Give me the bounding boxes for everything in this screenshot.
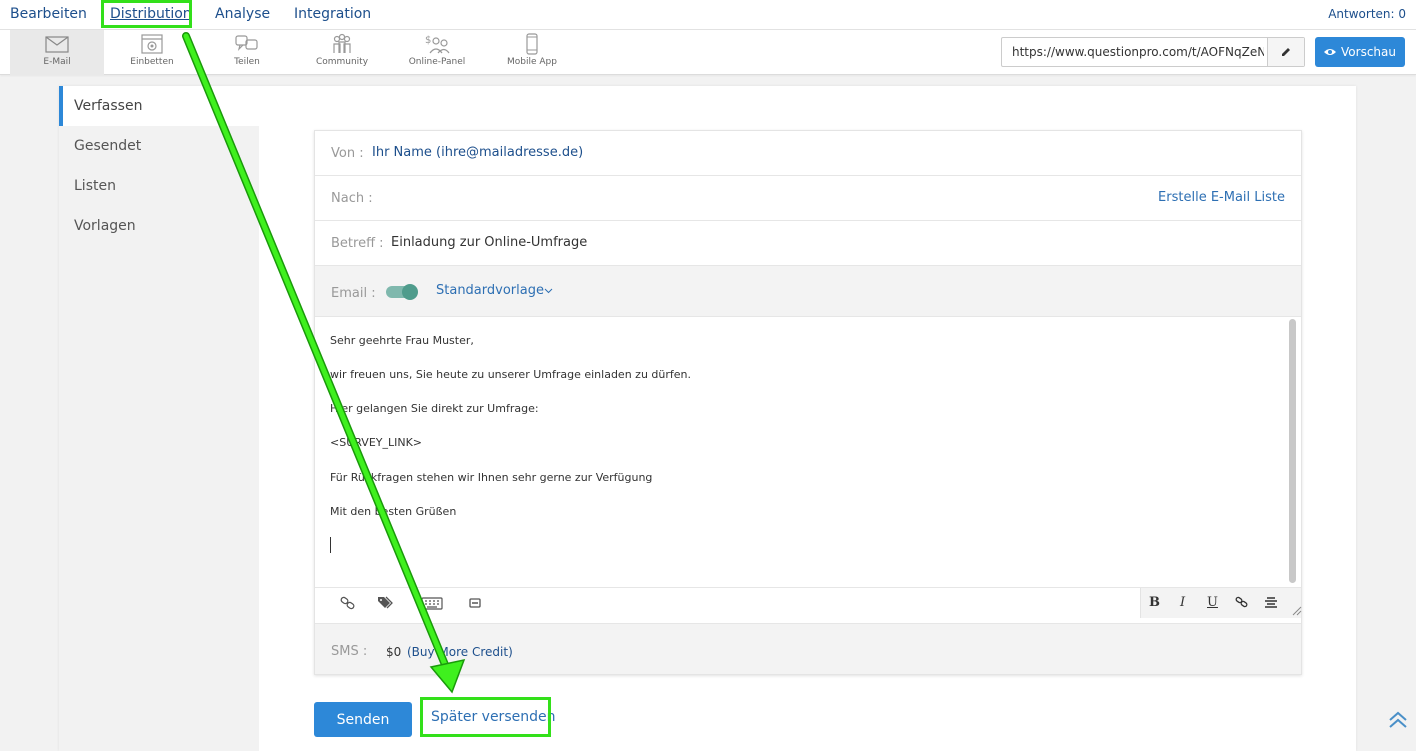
email-body-editor[interactable]: Sehr geehrte Frau Muster, wir freuen uns…: [315, 317, 1301, 588]
tool-share-label: Teilen: [234, 57, 260, 67]
subject-row: Betreff : Einladung zur Online-Umfrage: [315, 221, 1301, 266]
from-value[interactable]: Ihr Name (ihre@mailadresse.de): [372, 145, 583, 160]
body-line: Mit den besten Grüßen: [330, 505, 457, 518]
insert-link-button[interactable]: [339, 595, 357, 611]
link-icon[interactable]: [1235, 596, 1249, 608]
preview-label: Vorschau: [1341, 45, 1396, 59]
email-sidenav: Verfassen Gesendet Listen Vorlagen: [59, 86, 259, 751]
community-icon: [333, 33, 351, 53]
tool-email[interactable]: E-Mail: [10, 30, 104, 75]
underline-button[interactable]: U: [1207, 595, 1218, 610]
block-icon: [469, 598, 481, 608]
sidenav-item-listen[interactable]: Listen: [59, 166, 259, 206]
tool-mobile-app[interactable]: Mobile App: [485, 30, 579, 75]
online-panel-icon: $: [425, 35, 450, 54]
preview-button[interactable]: Vorschau: [1315, 37, 1405, 67]
to-row: Nach : Erstelle E-Mail Liste: [315, 176, 1301, 221]
sidenav-item-vorlagen[interactable]: Vorlagen: [59, 206, 259, 246]
edit-url-button[interactable]: [1267, 38, 1304, 66]
template-dropdown[interactable]: Standardvorlage: [436, 283, 544, 298]
distribution-toolbar: E-Mail Einbetten Teilen Community $ Onli…: [0, 30, 1416, 75]
email-template-row: Email : Standardvorlage: [315, 266, 1301, 317]
email-label: Email :: [331, 286, 376, 301]
insert-block-button[interactable]: [468, 595, 482, 611]
link-icon: [340, 596, 355, 610]
survey-url-field[interactable]: https://www.questionpro.com/t/AOFNqZeNSa: [1001, 37, 1305, 67]
scroll-to-top-icon[interactable]: [1387, 710, 1409, 730]
nav-integration[interactable]: Integration: [294, 6, 371, 22]
compose-panel: Verfassen Gesendet Listen Vorlagen Von :…: [59, 86, 1356, 751]
email-compose-form: Von : Ihr Name (ihre@mailadresse.de) Nac…: [314, 130, 1302, 675]
email-toggle[interactable]: [386, 284, 418, 300]
tool-embed[interactable]: Einbetten: [105, 30, 199, 75]
tool-email-label: E-Mail: [43, 57, 71, 67]
send-button[interactable]: Senden: [314, 702, 412, 737]
sms-row: SMS : $0 (Buy More Credit): [315, 623, 1301, 674]
body-line: <SURVEY_LINK>: [330, 436, 423, 449]
sidenav-item-gesendet[interactable]: Gesendet: [59, 126, 259, 166]
tool-mobile-app-label: Mobile App: [507, 57, 557, 67]
tool-embed-label: Einbetten: [130, 57, 174, 67]
subject-label: Betreff :: [331, 236, 384, 251]
share-icon: [235, 35, 258, 51]
buy-credit-link[interactable]: (Buy More Credit): [407, 645, 513, 659]
italic-button[interactable]: I: [1180, 595, 1185, 610]
to-label: Nach :: [331, 191, 373, 206]
from-row: Von : Ihr Name (ihre@mailadresse.de): [315, 131, 1301, 176]
survey-url: https://www.questionpro.com/t/AOFNqZeNSa: [1012, 45, 1264, 59]
format-buttons: B I U: [1140, 588, 1302, 618]
tool-online-panel-label: Online-Panel: [408, 57, 466, 67]
editor-scrollbar[interactable]: [1289, 319, 1296, 583]
answers-count: Antworten: 0: [1328, 7, 1406, 21]
align-center-icon[interactable]: [1264, 596, 1278, 608]
embed-icon: [141, 34, 163, 54]
tool-online-panel[interactable]: $ Online-Panel: [390, 30, 484, 75]
body-line: Sehr geehrte Frau Muster,: [330, 334, 474, 347]
insert-tag-button[interactable]: [376, 595, 396, 611]
from-label: Von :: [331, 146, 364, 161]
send-label: Senden: [336, 711, 390, 728]
body-line: Für Rückfragen stehen wir Ihnen sehr ger…: [330, 471, 653, 484]
tags-icon: [378, 596, 393, 609]
email-toggle-knob: [402, 284, 418, 300]
pencil-icon: [1282, 48, 1290, 56]
text-cursor: [330, 537, 331, 553]
svg-text:$: $: [425, 35, 431, 46]
tool-share[interactable]: Teilen: [200, 30, 294, 75]
resize-handle-icon[interactable]: [1292, 606, 1302, 616]
keyboard-icon: [421, 597, 443, 610]
nav-bearbeiten[interactable]: Bearbeiten: [10, 6, 87, 22]
eye-icon: [1324, 49, 1337, 55]
mobile-icon: [526, 33, 538, 55]
nav-analyse[interactable]: Analyse: [215, 6, 270, 22]
distribution-highlight-box: [101, 0, 192, 28]
tool-community[interactable]: Community: [295, 30, 389, 75]
chevron-down-icon: [544, 288, 553, 294]
tool-community-label: Community: [315, 57, 369, 67]
body-line: wir freuen uns, Sie heute zu unserer Umf…: [330, 368, 691, 381]
envelope-icon: [45, 36, 69, 53]
keyboard-button[interactable]: [421, 595, 443, 611]
sms-credit: $0: [386, 645, 402, 659]
bold-button[interactable]: B: [1149, 595, 1160, 610]
create-email-list-link[interactable]: Erstelle E-Mail Liste: [1158, 190, 1285, 205]
sms-label: SMS :: [331, 644, 368, 659]
sidenav-item-verfassen[interactable]: Verfassen: [59, 86, 259, 126]
top-nav: Bearbeiten Distribution Analyse Integrat…: [0, 0, 1416, 30]
editor-toolbar: B I U: [315, 588, 1302, 618]
send-later-highlight-box: [420, 697, 551, 737]
subject-input[interactable]: Einladung zur Online-Umfrage: [391, 235, 587, 250]
body-line: Hier gelangen Sie direkt zur Umfrage:: [330, 402, 539, 415]
